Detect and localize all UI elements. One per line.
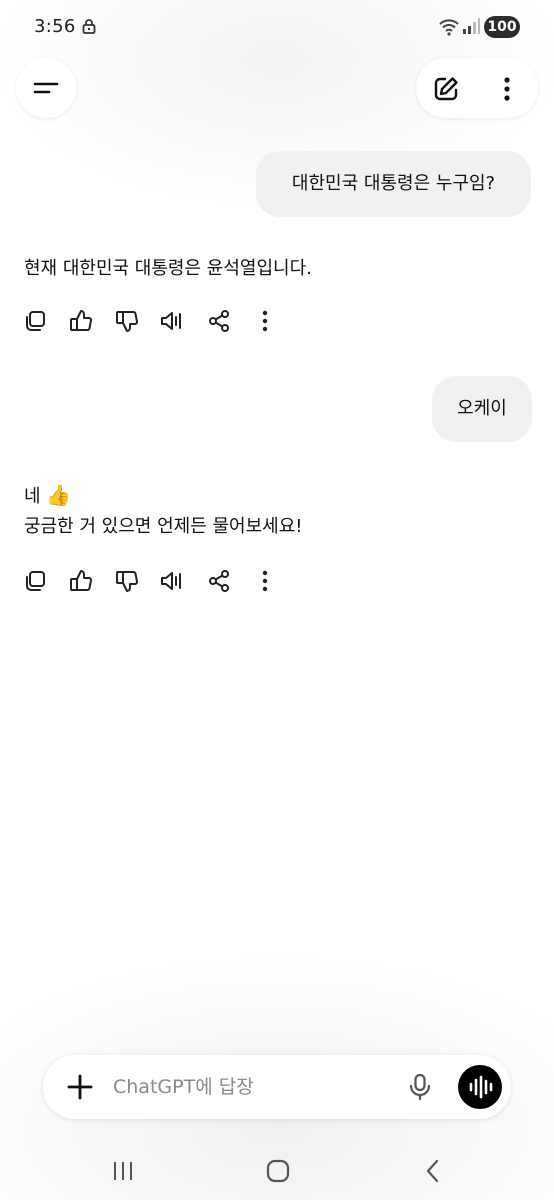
thumbs-up-icon[interactable] [66,566,96,596]
recent-apps-icon[interactable] [103,1156,143,1186]
battery-indicator: 100 [484,16,520,38]
user-message-text: 오케이 [457,398,507,419]
thumbs-down-icon[interactable] [112,306,142,336]
status-time: 3:56 [34,16,76,37]
menu-button[interactable] [16,58,76,118]
copy-icon[interactable] [20,566,50,596]
signal-icon [462,17,480,39]
composer [43,1055,511,1119]
assistant-message-text: 궁금한 거 있으면 언제든 물어보세요! [24,516,303,537]
message-actions [20,566,280,596]
voice-mode-button[interactable] [458,1065,502,1109]
plus-icon[interactable] [65,1072,95,1102]
back-icon[interactable] [413,1156,453,1186]
read-aloud-icon[interactable] [158,566,188,596]
assistant-message: 네 👍 [24,479,71,513]
thumbs-up-emoji: 👍 [46,483,72,507]
thumbs-up-icon[interactable] [66,306,96,336]
user-message-text: 대한민국 대통령은 누구임? [291,173,496,194]
share-icon[interactable] [204,566,234,596]
home-icon[interactable] [258,1156,298,1186]
message-actions [20,306,280,336]
assistant-message-text: 현재 대한민국 대통령은 윤석열입니다. [24,258,312,279]
navigation-bar [0,1140,554,1200]
message-input[interactable] [113,1073,393,1101]
share-icon[interactable] [204,306,234,336]
more-vertical-icon[interactable] [250,566,280,596]
new-chat-icon[interactable] [432,75,460,103]
user-message: 오케이 [432,376,532,442]
copy-icon[interactable] [20,306,50,336]
status-bar: 3:56 100 [0,0,554,52]
user-message: 대한민국 대통령은 누구임? [256,151,531,217]
microphone-icon[interactable] [405,1072,435,1102]
lock-icon [82,18,96,38]
assistant-message-line: 궁금한 거 있으면 언제든 물어보세요! [24,511,303,543]
more-vertical-icon[interactable] [498,75,516,103]
menu-icon [33,79,59,101]
thumbs-down-icon[interactable] [112,566,142,596]
more-vertical-icon[interactable] [250,306,280,336]
wifi-icon [438,17,460,41]
header-actions [416,58,538,118]
assistant-message-text: 네 [24,486,47,507]
read-aloud-icon[interactable] [158,306,188,336]
voice-mode-icon [469,1075,493,1099]
assistant-message: 현재 대한민국 대통령은 윤석열입니다. [24,253,312,285]
